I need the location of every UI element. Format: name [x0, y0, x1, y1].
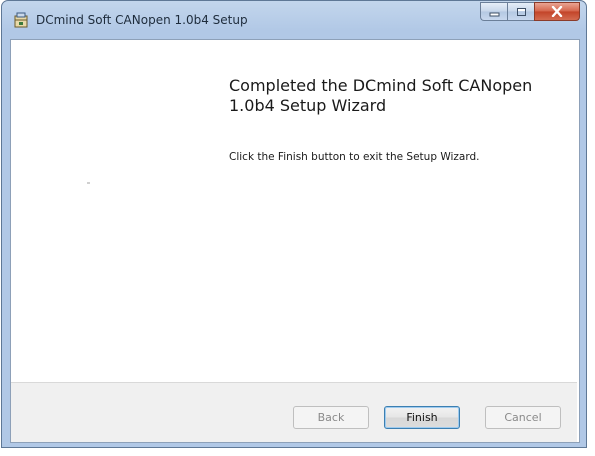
title-bar[interactable]: DCmind Soft CANopen 1.0b4 Setup	[2, 1, 586, 40]
decorative-mark	[87, 182, 90, 184]
page-description: Click the Finish button to exit the Setu…	[229, 151, 480, 163]
wizard-client-area: Completed the DCmind Soft CANopen 1.0b4 …	[10, 39, 580, 443]
button-bar: Back Finish Cancel	[11, 383, 577, 442]
caption-buttons	[480, 2, 580, 22]
window-title: DCmind Soft CANopen 1.0b4 Setup	[36, 13, 248, 27]
back-button[interactable]: Back	[293, 406, 369, 429]
finish-button[interactable]: Finish	[384, 406, 460, 429]
minimize-icon	[489, 2, 500, 21]
page-title: Completed the DCmind Soft CANopen 1.0b4 …	[229, 76, 533, 115]
close-button[interactable]	[534, 2, 580, 21]
wizard-content: Completed the DCmind Soft CANopen 1.0b4 …	[11, 40, 577, 382]
setup-window: DCmind Soft CANopen 1.0b4 Setup Complete…	[1, 0, 587, 448]
minimize-button[interactable]	[480, 2, 507, 21]
maximize-icon	[516, 2, 527, 21]
maximize-button[interactable]	[507, 2, 534, 21]
cancel-button[interactable]: Cancel	[485, 406, 561, 429]
close-icon	[551, 2, 563, 21]
installer-icon[interactable]	[12, 11, 30, 29]
